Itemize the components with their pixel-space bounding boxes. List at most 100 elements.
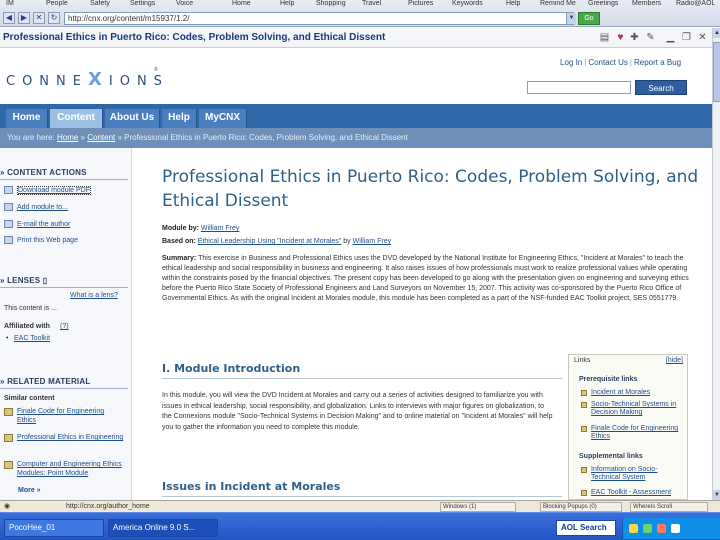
report-bug-link[interactable]: Report a Bug: [634, 58, 681, 67]
tab-about-us[interactable]: About Us: [105, 109, 160, 128]
favorites-icon[interactable]: ✚: [628, 31, 641, 44]
menu-people[interactable]: People: [46, 0, 68, 10]
related-item-label: Finale Code for Engineering Ethics: [17, 408, 105, 424]
edit-icon[interactable]: ✎: [644, 31, 657, 44]
menu-im[interactable]: IM: [6, 0, 14, 10]
menu-shopping[interactable]: Shopping: [316, 0, 346, 10]
popup-blocker-status[interactable]: Blocking Popups (0): [540, 502, 622, 512]
link-icon: [581, 390, 587, 396]
connexions-logo[interactable]: CONNEXIONS: [6, 69, 169, 90]
scroll-thumb[interactable]: [713, 42, 720, 102]
supplemental-link-label: EAC Toolkit - Assessment: [591, 489, 672, 496]
tray-icon[interactable]: [657, 524, 666, 533]
tab-mycnx[interactable]: MyCNX: [199, 109, 247, 128]
menu-travel[interactable]: Travel: [362, 0, 381, 10]
supplemental-link[interactable]: EAC Toolkit - Assessment: [581, 489, 685, 498]
back-icon[interactable]: ◀: [3, 12, 15, 24]
related-item-label: Computer and Engineering Ethics Modules:…: [17, 461, 122, 477]
whats-lens-link[interactable]: What is a lens?: [70, 292, 118, 299]
tray-icon[interactable]: [643, 524, 652, 533]
email-author-action[interactable]: E-mail the author: [4, 220, 128, 228]
menu-help[interactable]: Help: [280, 0, 294, 10]
windows-status[interactable]: Windows (1): [440, 502, 516, 512]
address-input[interactable]: http://cnx.org/content/m15937/1.2/: [64, 12, 574, 25]
menu-settings[interactable]: Settings: [130, 0, 155, 10]
supplemental-link[interactable]: Information on Socio-Technical System: [581, 466, 685, 483]
hide-links-button[interactable]: [hide]: [666, 357, 683, 364]
author-link[interactable]: William Frey: [201, 225, 240, 232]
menu-keywords[interactable]: Keywords: [452, 0, 483, 10]
affiliated-help-link[interactable]: (?): [60, 323, 69, 330]
link-icon: [581, 402, 587, 408]
minimize-icon[interactable]: ▁: [664, 31, 677, 44]
menu-greetings[interactable]: Greetings: [588, 0, 618, 10]
prerequisite-link[interactable]: Incident at Morales: [581, 389, 685, 398]
tab-help[interactable]: Help: [162, 109, 197, 128]
search-input[interactable]: [527, 81, 631, 94]
supplemental-links-heading: Supplemental links: [579, 453, 643, 460]
menu-safety[interactable]: Safety: [90, 0, 110, 10]
menu-radio[interactable]: Radio@AOL: [676, 0, 715, 10]
go-button[interactable]: Go: [578, 12, 600, 25]
menu-home[interactable]: Home: [232, 0, 251, 10]
breadcrumb-prefix: You are here:: [7, 133, 57, 142]
taskbar-item[interactable]: PocoHee_01: [4, 519, 104, 537]
taskbar-item-aol[interactable]: America Online 9.0 S...: [108, 519, 218, 537]
breadcrumb-content[interactable]: Content: [87, 133, 115, 142]
related-item[interactable]: Professional Ethics in Engineering: [4, 433, 126, 453]
menu-help-2[interactable]: Help: [506, 0, 520, 10]
more-link[interactable]: More »: [18, 487, 41, 494]
main-content: Professional Ethics in Puerto Rico: Code…: [140, 148, 710, 500]
scroll-up-icon[interactable]: ▲: [713, 28, 720, 38]
vertical-scrollbar[interactable]: ▲ ▼: [712, 28, 720, 500]
print-page-action[interactable]: Print this Web page: [4, 236, 128, 244]
breadcrumb-home[interactable]: Home: [57, 133, 78, 142]
contact-link[interactable]: Contact Us: [588, 58, 628, 67]
forward-icon[interactable]: ▶: [18, 12, 30, 24]
prerequisite-link[interactable]: Finale Code for Engineering Ethics: [581, 425, 685, 442]
affiliated-bullet-icon: •: [6, 335, 9, 342]
restore-icon[interactable]: ❐: [680, 31, 693, 44]
tray-icon[interactable]: [671, 524, 680, 533]
close-icon[interactable]: ✕: [696, 31, 709, 44]
scroll-status[interactable]: WhereIs Scroll: [630, 502, 708, 512]
prerequisite-link[interactable]: Socio-Technical Systems in Decision Maki…: [581, 401, 685, 418]
tray-icon[interactable]: [629, 524, 638, 533]
based-on-by: by: [341, 238, 353, 245]
eac-toolkit-link[interactable]: EAC Toolkit: [14, 335, 50, 342]
printer-icon: [4, 236, 13, 244]
menu-pictures[interactable]: Pictures: [408, 0, 433, 10]
heart-icon[interactable]: ♥: [614, 31, 627, 44]
section-divider: [162, 378, 562, 379]
search-button[interactable]: Search: [635, 80, 687, 95]
aol-search-box[interactable]: AOL Search: [556, 520, 616, 536]
address-dropdown-icon[interactable]: ▼: [566, 13, 576, 24]
based-on-author-link[interactable]: William Frey: [353, 238, 392, 245]
related-item[interactable]: Finale Code for Engineering Ethics: [4, 407, 126, 427]
refresh-icon[interactable]: ↻: [48, 12, 60, 24]
supplemental-link-label: Information on Socio-Technical System: [591, 466, 658, 481]
link-icon: [581, 490, 587, 496]
scroll-down-icon[interactable]: ▼: [713, 490, 720, 500]
menu-voice[interactable]: Voice: [176, 0, 193, 10]
menu-remind-me[interactable]: Remind Me: [540, 0, 576, 10]
related-material-heading: » RELATED MATERIAL: [0, 377, 128, 386]
breadcrumb-sep: »: [78, 133, 88, 142]
status-url: http://cnx.org/author_home: [66, 503, 150, 510]
tab-content[interactable]: Content: [50, 109, 103, 128]
navigation-row: ◀ ▶ ✕ ↻ http://cnx.org/content/m15937/1.…: [0, 11, 720, 26]
module-title: Professional Ethics in Puerto Rico: Code…: [162, 167, 699, 211]
tab-home[interactable]: Home: [6, 109, 48, 128]
email-author-label: E-mail the author: [17, 220, 71, 228]
stop-icon[interactable]: ✕: [33, 12, 45, 24]
lens-icon: ▯: [42, 276, 48, 285]
login-link[interactable]: Log In: [560, 58, 582, 67]
related-item[interactable]: Computer and Engineering Ethics Modules:…: [4, 460, 126, 480]
links-box: Links [hide] Prerequisite links Incident…: [568, 354, 688, 500]
download-pdf-action[interactable]: Download module PDF: [4, 185, 128, 195]
menu-members[interactable]: Members: [632, 0, 661, 10]
print-icon[interactable]: ▤: [598, 31, 611, 44]
add-module-action[interactable]: Add module to...: [4, 203, 128, 211]
based-on-link[interactable]: Ethical Leadership Using "Incident at Mo…: [198, 238, 342, 245]
breadcrumb-current: Professional Ethics in Puerto Rico: Code…: [124, 133, 408, 142]
